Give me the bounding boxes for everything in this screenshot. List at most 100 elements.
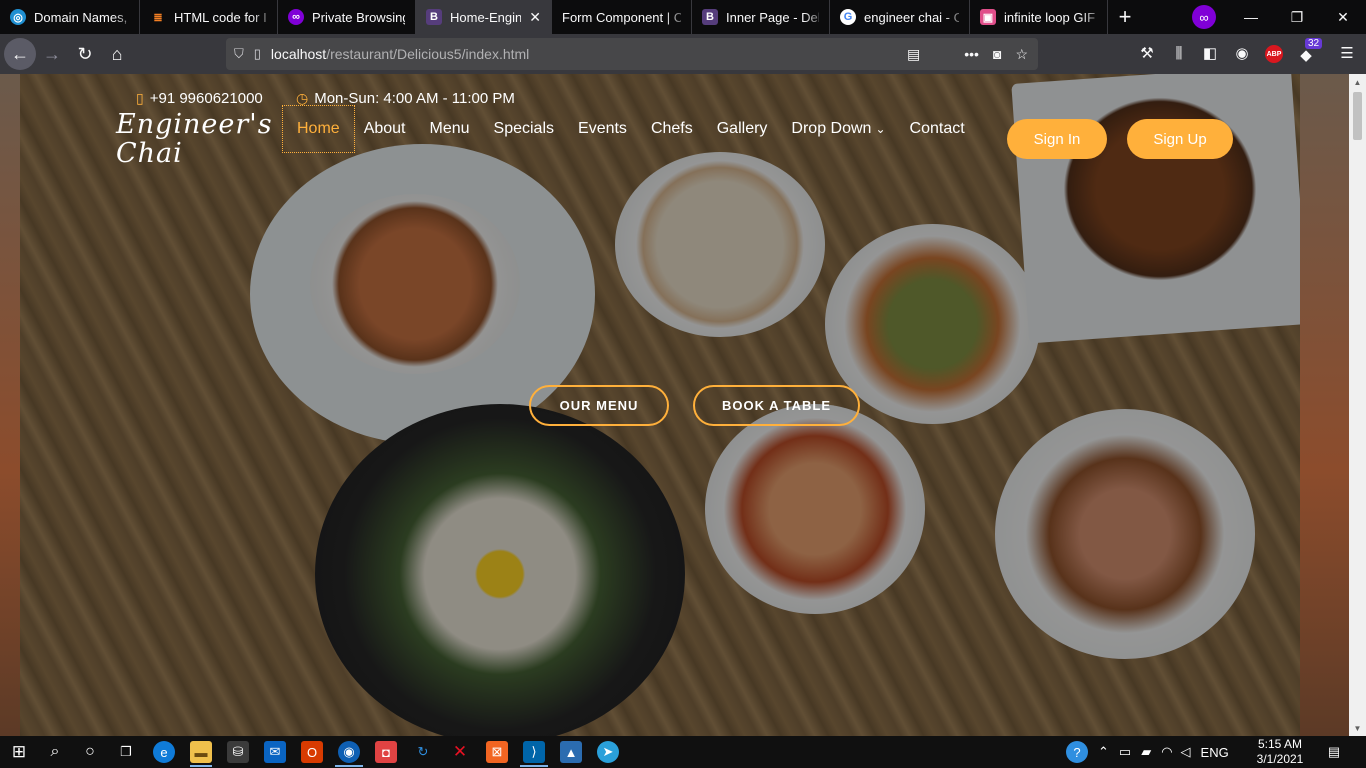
nav-drop-down[interactable]: Drop Down <box>791 120 871 138</box>
nav-contact[interactable]: Contact <box>910 120 965 138</box>
task-view-icon[interactable]: ❐ <box>115 741 137 763</box>
running-indicator <box>520 765 548 767</box>
nav-chefs[interactable]: Chefs <box>651 120 693 138</box>
forward-button[interactable]: → <box>36 38 68 70</box>
vscode-icon[interactable]: ⟩ <box>523 741 545 763</box>
clock-time: 5:15 AM <box>1257 737 1303 751</box>
app-red-icon[interactable]: ◘ <box>375 741 397 763</box>
close-window-icon[interactable]: ✕ <box>1320 0 1366 34</box>
chevron-down-icon[interactable]: ⌄ <box>875 122 885 136</box>
page-icon: ▣ <box>980 9 996 25</box>
photos-icon[interactable]: ▲ <box>560 741 582 763</box>
logo-line-1: Engineer's <box>116 109 273 140</box>
account-icon[interactable]: ◉ <box>1233 44 1251 62</box>
notifications-icon[interactable]: ▤ <box>1323 741 1345 763</box>
tab-domain-names[interactable]: ◎ Domain Names, W <box>0 0 140 34</box>
page-margin-right <box>1300 74 1349 736</box>
page-scrollbar[interactable]: ▲ ▼ <box>1349 74 1366 736</box>
scrollbar-thumb[interactable] <box>1353 92 1362 140</box>
opening-hours: Mon-Sun: 4:00 AM - 11:00 PM <box>314 90 515 107</box>
new-tab-button[interactable]: + <box>1108 0 1142 34</box>
back-button[interactable]: ← <box>4 38 36 70</box>
private-browsing-indicator-icon: ∞ <box>1192 5 1216 29</box>
sign-up-button[interactable]: Sign Up <box>1127 119 1233 159</box>
tab-form-component[interactable]: Form Component | Cr <box>552 0 692 34</box>
bookmark-star-icon[interactable]: ☆ <box>1015 46 1028 63</box>
battery-icon[interactable]: ▰ <box>1141 744 1151 760</box>
sign-in-button[interactable]: Sign In <box>1007 119 1107 159</box>
xampp-icon[interactable]: ⊠ <box>486 741 508 763</box>
google-icon: G <box>840 9 856 25</box>
tracking-protection-shield-icon[interactable]: ⛉ <box>234 46 244 62</box>
hours-info: ◷ Mon-Sun: 4:00 AM - 11:00 PM <box>296 90 515 107</box>
close-tab-icon[interactable]: ✕ <box>529 9 541 26</box>
home-button[interactable]: ⌂ <box>101 38 133 70</box>
clock-date: 3/1/2021 <box>1256 752 1304 766</box>
firefox-icon[interactable]: ◉ <box>338 741 360 763</box>
nav-menu[interactable]: Menu <box>430 120 470 138</box>
minimize-icon[interactable]: — <box>1228 0 1274 34</box>
edge-icon[interactable]: e <box>153 741 175 763</box>
nav-events[interactable]: Events <box>578 120 627 138</box>
page-margin-left <box>0 74 20 736</box>
system-tray: ? ⌃ ▭ ▰ ◠ ◁ ENG <box>1066 736 1229 768</box>
reload-button[interactable]: ↻ <box>69 38 101 70</box>
adblock-plus-icon[interactable]: ABP <box>1265 45 1283 63</box>
telegram-icon[interactable]: ➤ <box>597 741 619 763</box>
cortana-icon[interactable]: ○ <box>79 741 101 763</box>
office-icon[interactable]: O <box>301 741 323 763</box>
nav-gallery[interactable]: Gallery <box>717 120 768 138</box>
device-icon[interactable]: ▭ <box>1119 744 1131 760</box>
system-clock[interactable]: 5:15 AM 3/1/2021 <box>1254 737 1306 767</box>
phone-info: ▯ +91 9960621000 <box>136 90 263 107</box>
url-host: localhost <box>270 46 327 62</box>
volume-icon[interactable]: ◁ <box>1181 744 1191 760</box>
file-explorer-icon[interactable]: ▬ <box>190 741 212 763</box>
running-indicator <box>190 765 212 767</box>
page-actions-icon[interactable]: ••• <box>964 46 979 62</box>
search-icon[interactable]: ⌕ <box>44 741 66 763</box>
windows-start-icon[interactable]: ⊞ <box>8 741 30 763</box>
language-indicator[interactable]: ENG <box>1201 745 1229 760</box>
clock-icon: ◷ <box>296 90 309 106</box>
tab-label: Home-Engineer <box>450 9 521 25</box>
sync-icon[interactable]: ↻ <box>412 741 434 763</box>
library-icon[interactable]: ⫼ <box>1170 44 1188 62</box>
tab-html-code[interactable]: ≣ HTML code for IN <box>140 0 278 34</box>
store-icon[interactable]: ⛁ <box>227 741 249 763</box>
nav-home[interactable]: Home <box>282 105 355 153</box>
wrench-icon[interactable]: ⚒ <box>1138 44 1156 62</box>
restore-icon[interactable]: ❐ <box>1274 0 1320 34</box>
our-menu-button[interactable]: OUR MENU <box>529 385 669 426</box>
private-browsing-icon: ∞ <box>288 9 304 25</box>
book-a-table-button[interactable]: BOOK A TABLE <box>693 385 860 426</box>
nav-about[interactable]: About <box>364 120 406 138</box>
scroll-down-arrow-icon[interactable]: ▼ <box>1349 720 1366 736</box>
tab-infinite-loop-gif[interactable]: ▣ infinite loop GIF - <box>970 0 1108 34</box>
help-icon[interactable]: ? <box>1066 741 1088 763</box>
domain-icon: ◎ <box>10 9 26 25</box>
url-text[interactable]: localhost/restaurant/Delicious5/index.ht… <box>271 46 529 62</box>
mail-icon[interactable]: ✉ <box>264 741 286 763</box>
nav-specials[interactable]: Specials <box>494 120 554 138</box>
tab-label: Form Component | Cr <box>562 9 681 25</box>
show-hidden-icons-icon[interactable]: ⌃ <box>1098 744 1109 760</box>
scroll-up-arrow-icon[interactable]: ▲ <box>1349 74 1366 90</box>
navigation-toolbar: ← → ↻ ⌂ ⛉ ▯ localhost/restaurant/Delicio… <box>0 34 1366 74</box>
tab-engineer-chai-google[interactable]: G engineer chai - Go <box>830 0 970 34</box>
pocket-icon[interactable]: ◙ <box>993 46 1001 62</box>
reader-view-icon[interactable]: ▤ <box>907 46 920 63</box>
page-info-icon[interactable]: ▯ <box>254 46 261 62</box>
windows-taskbar: ⊞ ⌕ ○ ❐ e ▬ ⛁ ✉ O ◉ ◘ ↻ ✕ ⊠ ⟩ ▲ ➤ ? ⌃ ▭ … <box>0 736 1366 768</box>
site-logo[interactable]: Engineer's Chai <box>116 110 273 168</box>
tab-private-browsing[interactable]: ∞ Private Browsing <box>278 0 416 34</box>
x-app-icon[interactable]: ✕ <box>449 741 471 763</box>
tab-home-engineer[interactable]: B Home-Engineer ✕ <box>416 0 552 34</box>
hamburger-menu-icon[interactable]: ☰ <box>1338 44 1356 62</box>
tab-inner-page[interactable]: B Inner Page - Delici <box>692 0 830 34</box>
wifi-icon[interactable]: ◠ <box>1161 744 1172 760</box>
sidebar-icon[interactable]: ◧ <box>1201 44 1219 62</box>
running-indicator <box>335 765 363 767</box>
phone-number: +91 9960621000 <box>149 90 263 107</box>
address-bar[interactable]: ⛉ ▯ localhost/restaurant/Delicious5/inde… <box>226 38 1038 70</box>
